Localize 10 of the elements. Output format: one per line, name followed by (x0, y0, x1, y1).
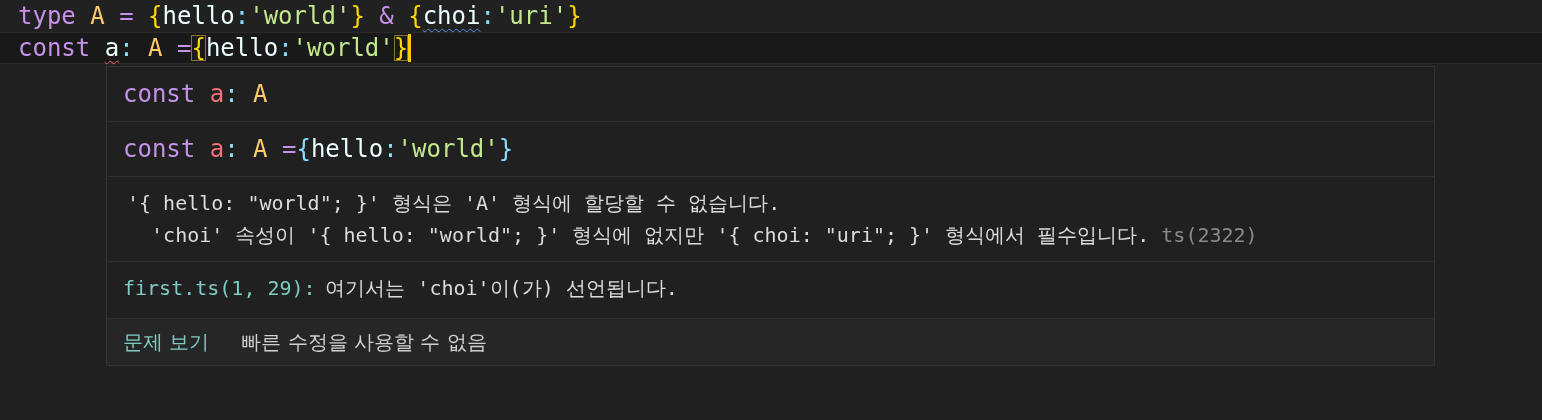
signature-line: const a: A (123, 79, 268, 110)
related-location-link[interactable]: first.ts(1, 29): (123, 276, 316, 300)
error-message: 'choi' 속성이 '{ hello: "world"; }' 형식에 없지만 '{ choi: "uri"; }' 형식에서 필수입니다. (150, 223, 1150, 247)
action-link[interactable]: 문제 보기 (123, 328, 210, 356)
status-text: 빠른 수정을 사용할 수 없음 (241, 328, 487, 356)
code-snippet: const a: A ={hello:'world'} (123, 134, 514, 165)
code-line: type A = {hello:'world'} & {choi:'uri'} (17, 1, 583, 32)
error-code: ts(2322) (1161, 223, 1258, 247)
related-info: 여기서는 'choi'이(가) 선언됩니다. (325, 276, 678, 300)
error-message: '{ hello: "world"; }' 형식은 'A' 형식에 할당할 수 없습니다. (127, 191, 781, 215)
